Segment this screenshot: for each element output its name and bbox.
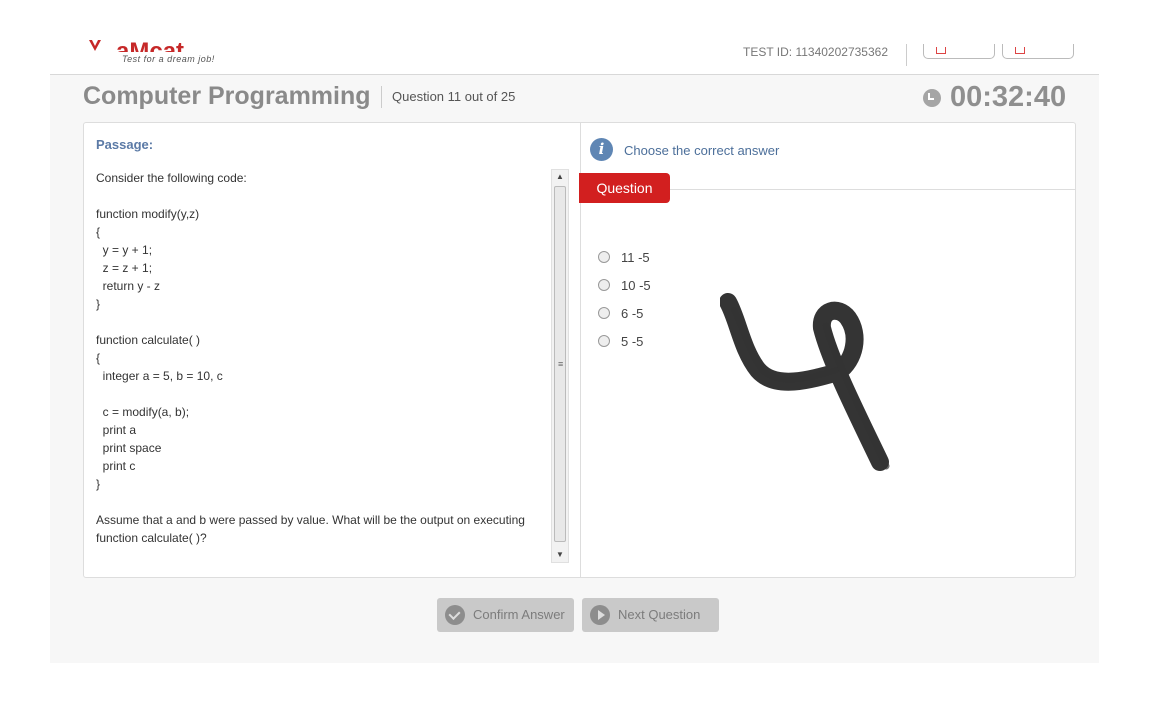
next-question-label: Next Question <box>618 607 701 622</box>
radio-button[interactable] <box>598 307 610 319</box>
button-icon <box>936 47 946 54</box>
scroll-up-icon[interactable]: ▲ <box>552 170 568 184</box>
page-title: Computer Programming <box>83 82 371 110</box>
tab-question[interactable]: Question <box>579 173 670 203</box>
info-icon: i <box>590 138 613 161</box>
passage-text: Consider the following code: function mo… <box>96 171 525 545</box>
title-divider <box>381 86 382 108</box>
answer-option[interactable]: 6 -5 <box>598 299 651 327</box>
next-question-button[interactable]: Next Question <box>582 598 719 632</box>
scroll-thumb[interactable]: ≡ <box>554 186 566 542</box>
answer-option[interactable]: 10 -5 <box>598 271 651 299</box>
option-label: 5 -5 <box>621 333 644 349</box>
check-icon <box>445 605 465 625</box>
answer-options: 11 -5 10 -5 6 -5 5 -5 <box>598 243 651 355</box>
timer: 00:32:40 <box>950 81 1067 113</box>
button-icon <box>1015 47 1025 54</box>
option-label: 11 -5 <box>621 249 650 265</box>
test-id: TEST ID: 11340202735362 <box>743 45 888 59</box>
grip-icon: ≡ <box>558 359 564 369</box>
arrow-right-icon <box>590 605 610 625</box>
top-bar: aMcat Test for a dream job! TEST ID: 113… <box>50 0 1099 75</box>
tagline: Test for a dream job! <box>122 54 215 64</box>
clock-icon <box>923 89 941 107</box>
app-window: aMcat Test for a dream job! TEST ID: 113… <box>50 0 1099 663</box>
header-button-2[interactable] <box>1002 44 1074 59</box>
radio-button[interactable] <box>598 251 610 263</box>
instruction-text: Choose the correct answer <box>624 143 780 158</box>
radio-button[interactable] <box>598 279 610 291</box>
question-panel: Passage: Consider the following code: fu… <box>83 122 1076 578</box>
passage-pane: Passage: Consider the following code: fu… <box>84 123 581 577</box>
answer-option[interactable]: 11 -5 <box>598 243 651 271</box>
question-counter: Question 11 out of 25 <box>392 89 516 104</box>
logo-icon <box>89 40 101 51</box>
header-divider <box>906 44 907 66</box>
header-button-1[interactable] <box>923 44 995 59</box>
radio-button[interactable] <box>598 335 610 347</box>
confirm-answer-button[interactable]: Confirm Answer <box>437 598 574 632</box>
passage-scrollbar[interactable]: ▲ ≡ ▼ <box>551 169 569 563</box>
scroll-down-icon[interactable]: ▼ <box>552 548 568 562</box>
option-label: 6 -5 <box>621 305 644 321</box>
handwritten-scribble <box>720 293 890 471</box>
passage-label: Passage: <box>96 137 154 152</box>
confirm-answer-label: Confirm Answer <box>473 607 565 622</box>
logo-text: aMcat <box>116 38 185 52</box>
option-label: 10 -5 <box>621 277 651 293</box>
answer-option[interactable]: 5 -5 <box>598 327 651 355</box>
